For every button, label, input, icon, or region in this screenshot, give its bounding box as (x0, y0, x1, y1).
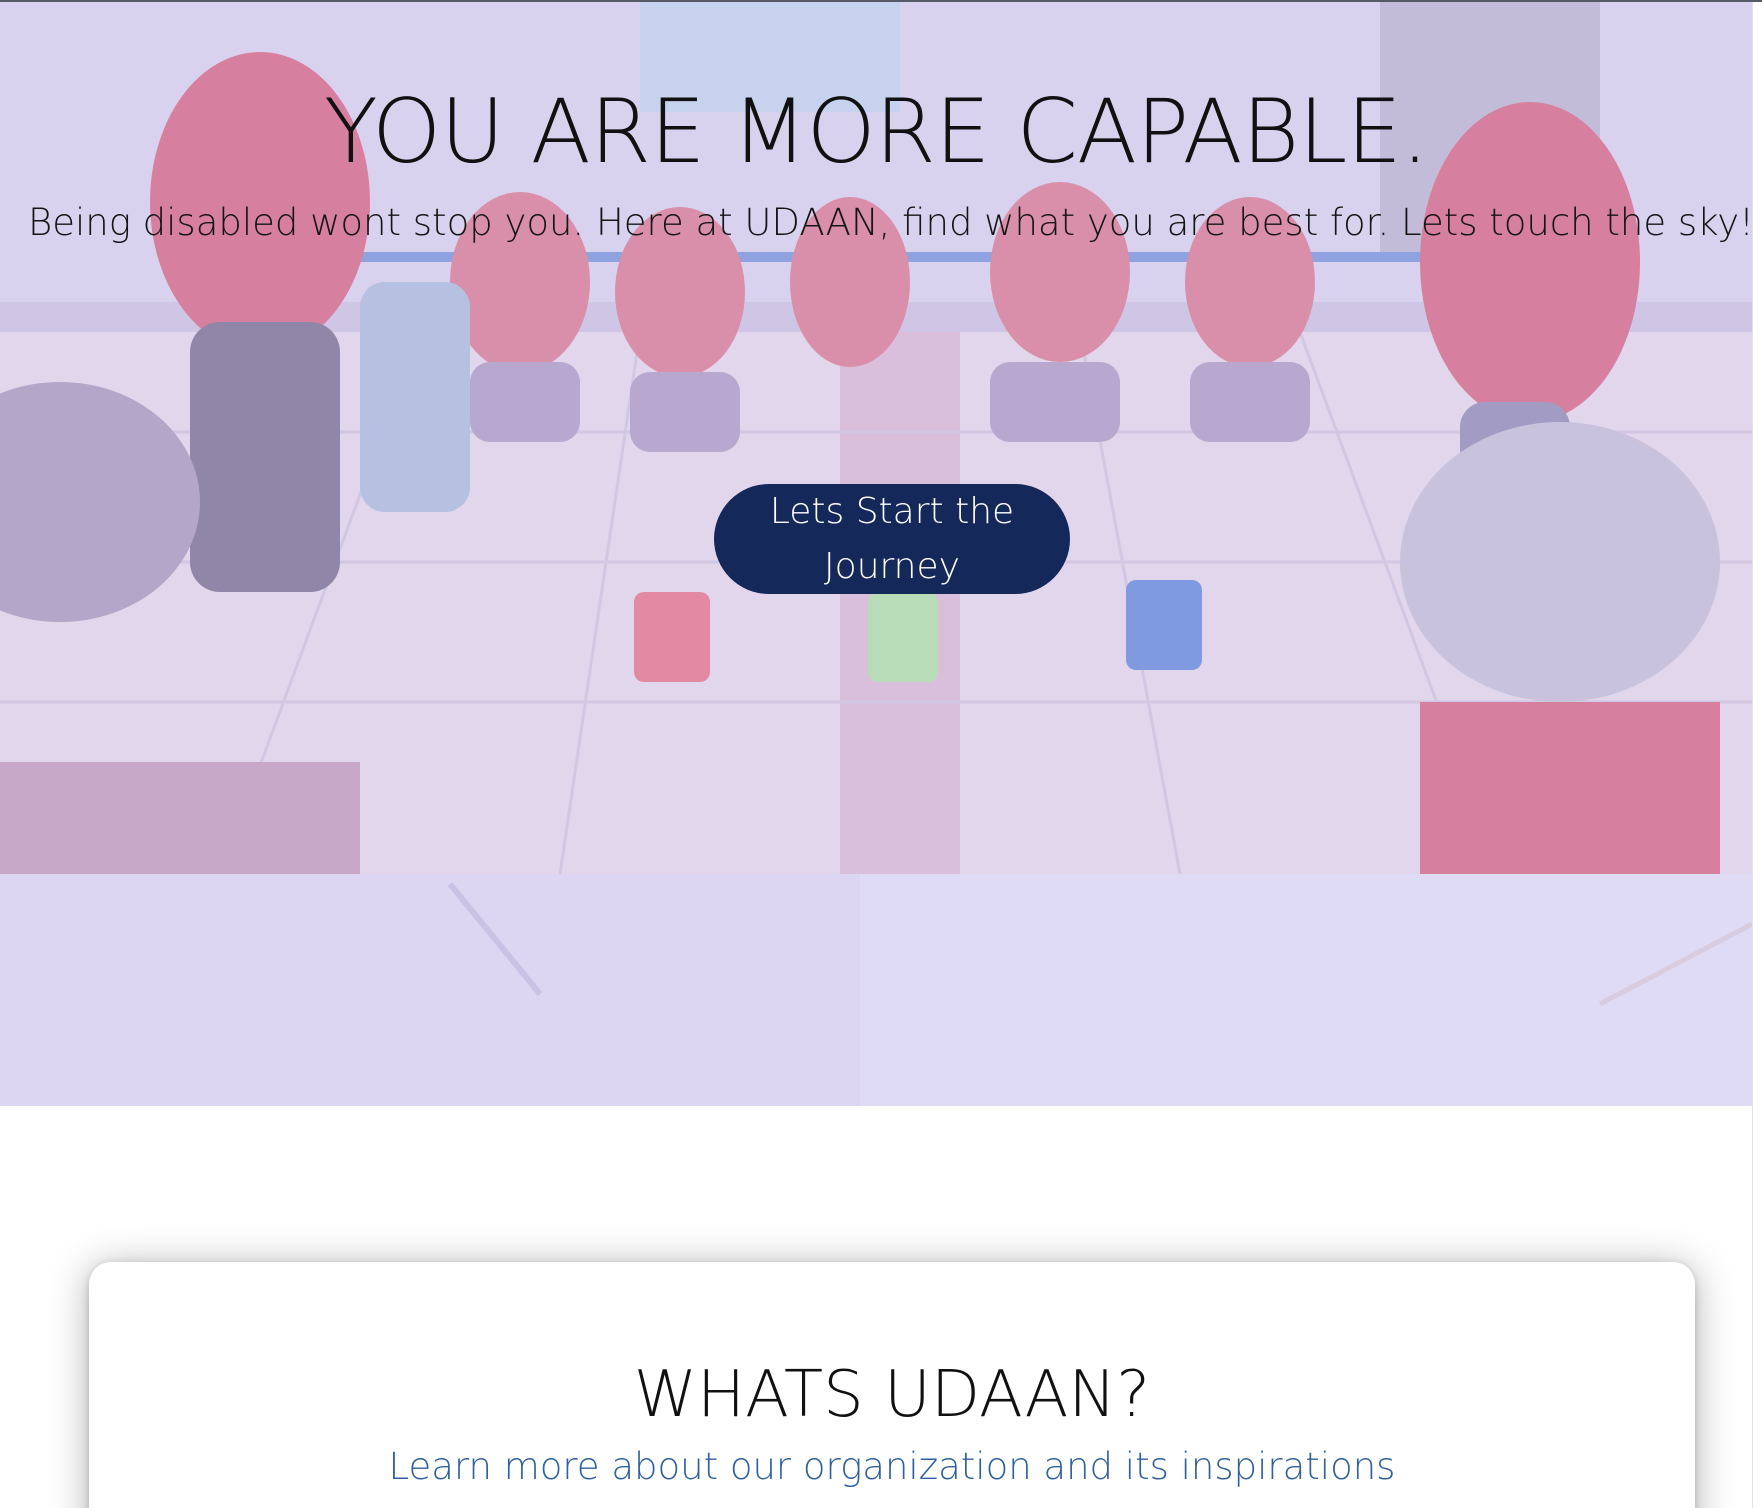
hero-section: YOU ARE MORE CAPABLE. Being disabled won… (0, 2, 1752, 1106)
scrollbar-track[interactable] (1752, 2, 1762, 1508)
page: YOU ARE MORE CAPABLE. Being disabled won… (0, 0, 1762, 1508)
about-card: WHATS UDAAN? Learn more about our organi… (89, 1262, 1695, 1508)
hero-background-lower (0, 874, 1752, 1106)
about-subtitle: Learn more about our organization and it… (388, 1445, 1396, 1488)
hero-subtitle: Being disabled wont stop you. Here at UD… (27, 201, 1752, 244)
hero-title: YOU ARE MORE CAPABLE. (324, 80, 1429, 183)
about-title: WHATS UDAAN? (633, 1358, 1151, 1432)
start-journey-button[interactable]: Lets Start the Journey (714, 484, 1070, 594)
